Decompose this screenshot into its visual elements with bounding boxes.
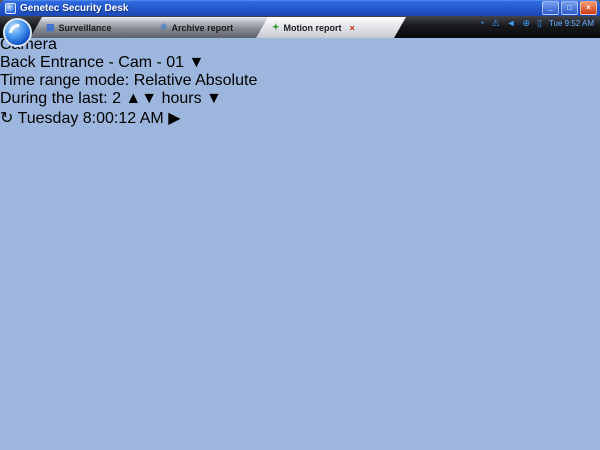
motion-report-icon: ✦	[272, 23, 280, 32]
tab-label: Motion report	[284, 23, 342, 33]
time-range-mode-label: Time range mode:	[0, 72, 129, 89]
motion-zone-preview[interactable]	[0, 128, 600, 450]
title-bar: Genetec Security Desk _ □ ×	[0, 0, 600, 16]
chevron-down-icon: ▼	[206, 90, 222, 107]
battery-icon[interactable]: ▯	[537, 19, 542, 28]
preview-video-frame	[0, 128, 600, 450]
window-title: Genetec Security Desk	[20, 3, 542, 14]
selector-panel: Selector ‹ Camera Back Entrance - Cam - …	[0, 0, 600, 450]
close-tab-icon[interactable]: ×	[350, 23, 355, 33]
motion-zone-column	[0, 235, 600, 284]
spin-up-icon: ▲	[125, 90, 141, 107]
preview-timestamp: Tuesday 8:00:12 AM	[18, 110, 164, 127]
motion-zone-column	[0, 161, 600, 194]
during-last-label: During the last:	[0, 90, 108, 107]
speaker-icon[interactable]: ◄	[507, 19, 516, 28]
during-value: 2	[112, 90, 121, 107]
motion-zone-column	[0, 194, 600, 235]
tab-motion-report[interactable]: ✦ Motion report ×	[256, 17, 406, 38]
genetec-logo[interactable]	[3, 18, 32, 47]
chevron-down-icon: ▼	[189, 54, 205, 71]
window-border	[0, 16, 3, 450]
motion-zone-grid[interactable]	[0, 128, 600, 450]
minimize-button[interactable]: _	[542, 1, 559, 15]
relative-label: Relative	[134, 72, 192, 89]
warning-icon[interactable]: ⚠	[491, 19, 499, 28]
tab-label: Surveillance	[59, 23, 112, 33]
camera-dropdown[interactable]: Back Entrance - Cam - 01 ▼	[0, 54, 600, 72]
motion-zone-column	[0, 341, 600, 398]
status-icon-cluster: ◔ ⚠ ◄ ⊕ ▯ Tue 9:52 AM	[479, 19, 594, 28]
archive-report-icon: ✳	[160, 23, 168, 32]
preview-play-button[interactable]: ▶	[168, 110, 180, 127]
motion-zone-column	[0, 398, 600, 447]
clock-icon[interactable]: ◔	[479, 19, 484, 28]
time-unit-value: hours	[162, 90, 202, 107]
spin-down-icon: ▼	[141, 90, 157, 107]
during-value-stepper[interactable]: 2 ▲▼	[112, 90, 162, 107]
motion-zone-column	[0, 128, 600, 161]
motion-zone-column	[0, 284, 600, 341]
tab-label: Archive report	[172, 23, 234, 33]
time-unit-dropdown[interactable]: hours ▼	[162, 90, 222, 107]
surveillance-icon: ▦	[46, 23, 55, 32]
camera-dropdown-value: Back Entrance - Cam - 01	[0, 54, 184, 71]
maximize-button[interactable]: □	[561, 1, 578, 15]
absolute-label: Absolute	[195, 72, 257, 89]
system-clock: Tue 9:52 AM	[549, 19, 594, 28]
network-icon[interactable]: ⊕	[522, 19, 530, 28]
app-icon	[5, 3, 16, 14]
close-button[interactable]: ×	[580, 1, 597, 15]
security-desk-window: Genetec Security Desk _ □ × ▦ Surveillan…	[0, 0, 600, 450]
